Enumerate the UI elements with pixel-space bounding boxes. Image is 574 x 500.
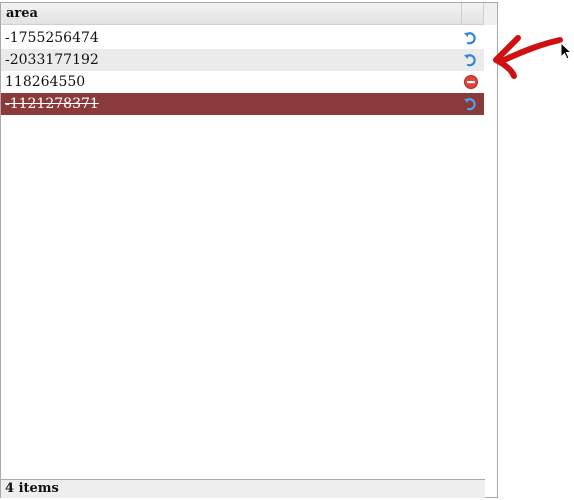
delete-icon[interactable] xyxy=(462,73,480,91)
table-row[interactable]: -1755256474 xyxy=(1,27,484,49)
scrollbar-corner xyxy=(484,3,497,25)
grid-footer: 4 items xyxy=(1,479,485,498)
area-cell: -1755256474 xyxy=(5,30,99,46)
mouse-cursor-icon xyxy=(560,42,572,60)
grid-header: area xyxy=(1,3,497,25)
undo-icon[interactable] xyxy=(462,51,480,69)
table-row[interactable]: -2033177192 xyxy=(1,49,484,71)
data-grid: area -1755256474 -2033177192 118264550 -… xyxy=(0,2,498,498)
column-header-actions xyxy=(462,3,484,25)
area-cell: -2033177192 xyxy=(5,52,99,68)
undo-icon[interactable] xyxy=(462,29,480,47)
grid-rows: -1755256474 -2033177192 118264550 -11212… xyxy=(1,27,484,115)
screenshot-stage: area -1755256474 -2033177192 118264550 -… xyxy=(0,0,574,500)
area-cell: -1121278371 xyxy=(5,96,99,112)
table-row[interactable]: -1121278371 xyxy=(1,93,484,115)
column-header-area[interactable]: area xyxy=(1,3,462,25)
area-cell: 118264550 xyxy=(5,74,86,90)
table-row[interactable]: 118264550 xyxy=(1,71,484,93)
undo-icon[interactable] xyxy=(462,95,480,113)
